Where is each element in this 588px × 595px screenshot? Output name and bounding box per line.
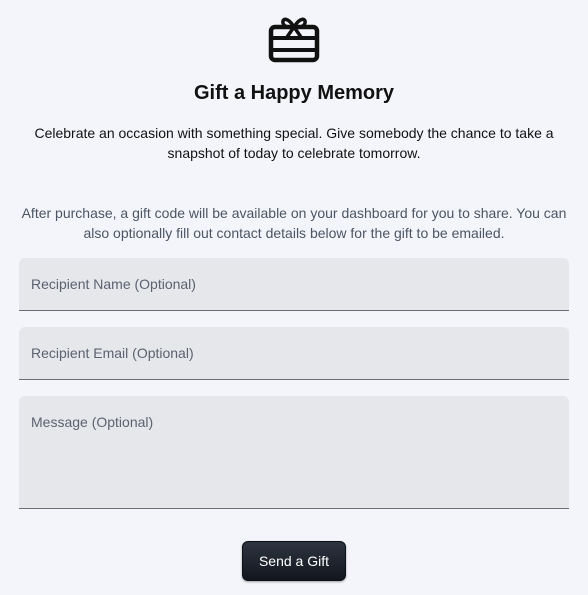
recipient-name-input[interactable]	[19, 258, 569, 311]
gift-card-icon	[268, 17, 320, 63]
message-textarea[interactable]	[19, 396, 569, 509]
page-title: Gift a Happy Memory	[193, 82, 395, 104]
send-gift-button[interactable]: Send a Gift	[242, 541, 346, 581]
purchase-note: After purchase, a gift code will be avai…	[21, 205, 567, 241]
gift-page: Gift a Happy Memory Celebrate an occasio…	[0, 0, 588, 595]
intro-text: Celebrate an occasion with something spe…	[34, 125, 554, 161]
recipient-email-input[interactable]	[19, 327, 569, 380]
